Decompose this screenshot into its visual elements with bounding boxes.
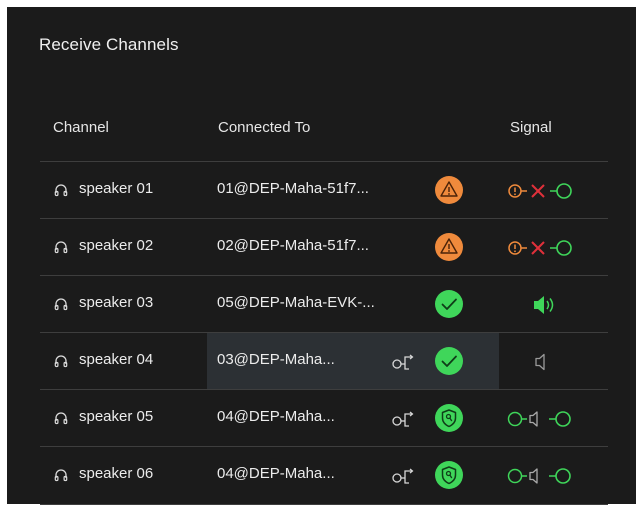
connected-to-value[interactable]: 04@DEP-Maha... xyxy=(217,465,335,482)
channel-row[interactable]: speaker 06 04@DEP-Maha... xyxy=(40,446,608,505)
channel-name: speaker 06 xyxy=(79,465,154,482)
channel-name: speaker 04 xyxy=(79,351,154,368)
headphones-icon xyxy=(54,297,68,311)
channel-row[interactable]: speaker 03 05@DEP-Maha-EVK-... xyxy=(40,275,608,333)
connected-to-value[interactable]: 03@DEP-Maha... xyxy=(217,351,335,368)
column-header-signal[interactable]: Signal xyxy=(510,119,552,136)
headphones-icon xyxy=(54,354,68,368)
speaker-idle-icon xyxy=(504,348,604,376)
connected-to-value[interactable]: 02@DEP-Maha-51f7... xyxy=(217,237,369,254)
channel-name: speaker 02 xyxy=(79,237,154,254)
headphones-icon xyxy=(54,183,68,197)
channel-row-selected[interactable]: speaker 04 03@DEP-Maha... xyxy=(40,332,608,390)
column-header-connected-to[interactable]: Connected To xyxy=(218,119,310,136)
signal-connected-icon xyxy=(504,405,604,433)
route-icon[interactable] xyxy=(392,351,416,373)
receive-channels-panel: Receive Channels Channel Connected To Si… xyxy=(7,7,636,505)
secure-check-icon[interactable] xyxy=(434,403,464,433)
column-header-channel[interactable]: Channel xyxy=(53,119,109,136)
channel-row[interactable]: speaker 02 02@DEP-Maha-51f7... xyxy=(40,218,608,276)
warning-icon[interactable] xyxy=(434,175,464,205)
connected-to-value[interactable]: 01@DEP-Maha-51f7... xyxy=(217,180,369,197)
channel-row[interactable]: speaker 05 04@DEP-Maha... xyxy=(40,389,608,447)
channel-name: speaker 03 xyxy=(79,294,154,311)
channel-name: speaker 01 xyxy=(79,180,154,197)
channel-row[interactable]: speaker 01 01@DEP-Maha-51f7... xyxy=(40,161,608,219)
check-icon[interactable] xyxy=(434,346,464,376)
signal-error-icon xyxy=(504,234,604,262)
headphones-icon xyxy=(54,411,68,425)
warning-icon[interactable] xyxy=(434,232,464,262)
signal-error-icon xyxy=(504,177,604,205)
connected-to-value[interactable]: 05@DEP-Maha-EVK-... xyxy=(217,294,375,311)
route-icon[interactable] xyxy=(392,465,416,487)
panel-title: Receive Channels xyxy=(39,35,179,54)
headphones-icon xyxy=(54,468,68,482)
secure-check-icon[interactable] xyxy=(434,460,464,490)
speaker-active-icon xyxy=(504,291,604,319)
channel-name: speaker 05 xyxy=(79,408,154,425)
connected-to-value[interactable]: 04@DEP-Maha... xyxy=(217,408,335,425)
route-icon[interactable] xyxy=(392,408,416,430)
signal-connected-icon xyxy=(504,462,604,490)
check-icon[interactable] xyxy=(434,289,464,319)
headphones-icon xyxy=(54,240,68,254)
